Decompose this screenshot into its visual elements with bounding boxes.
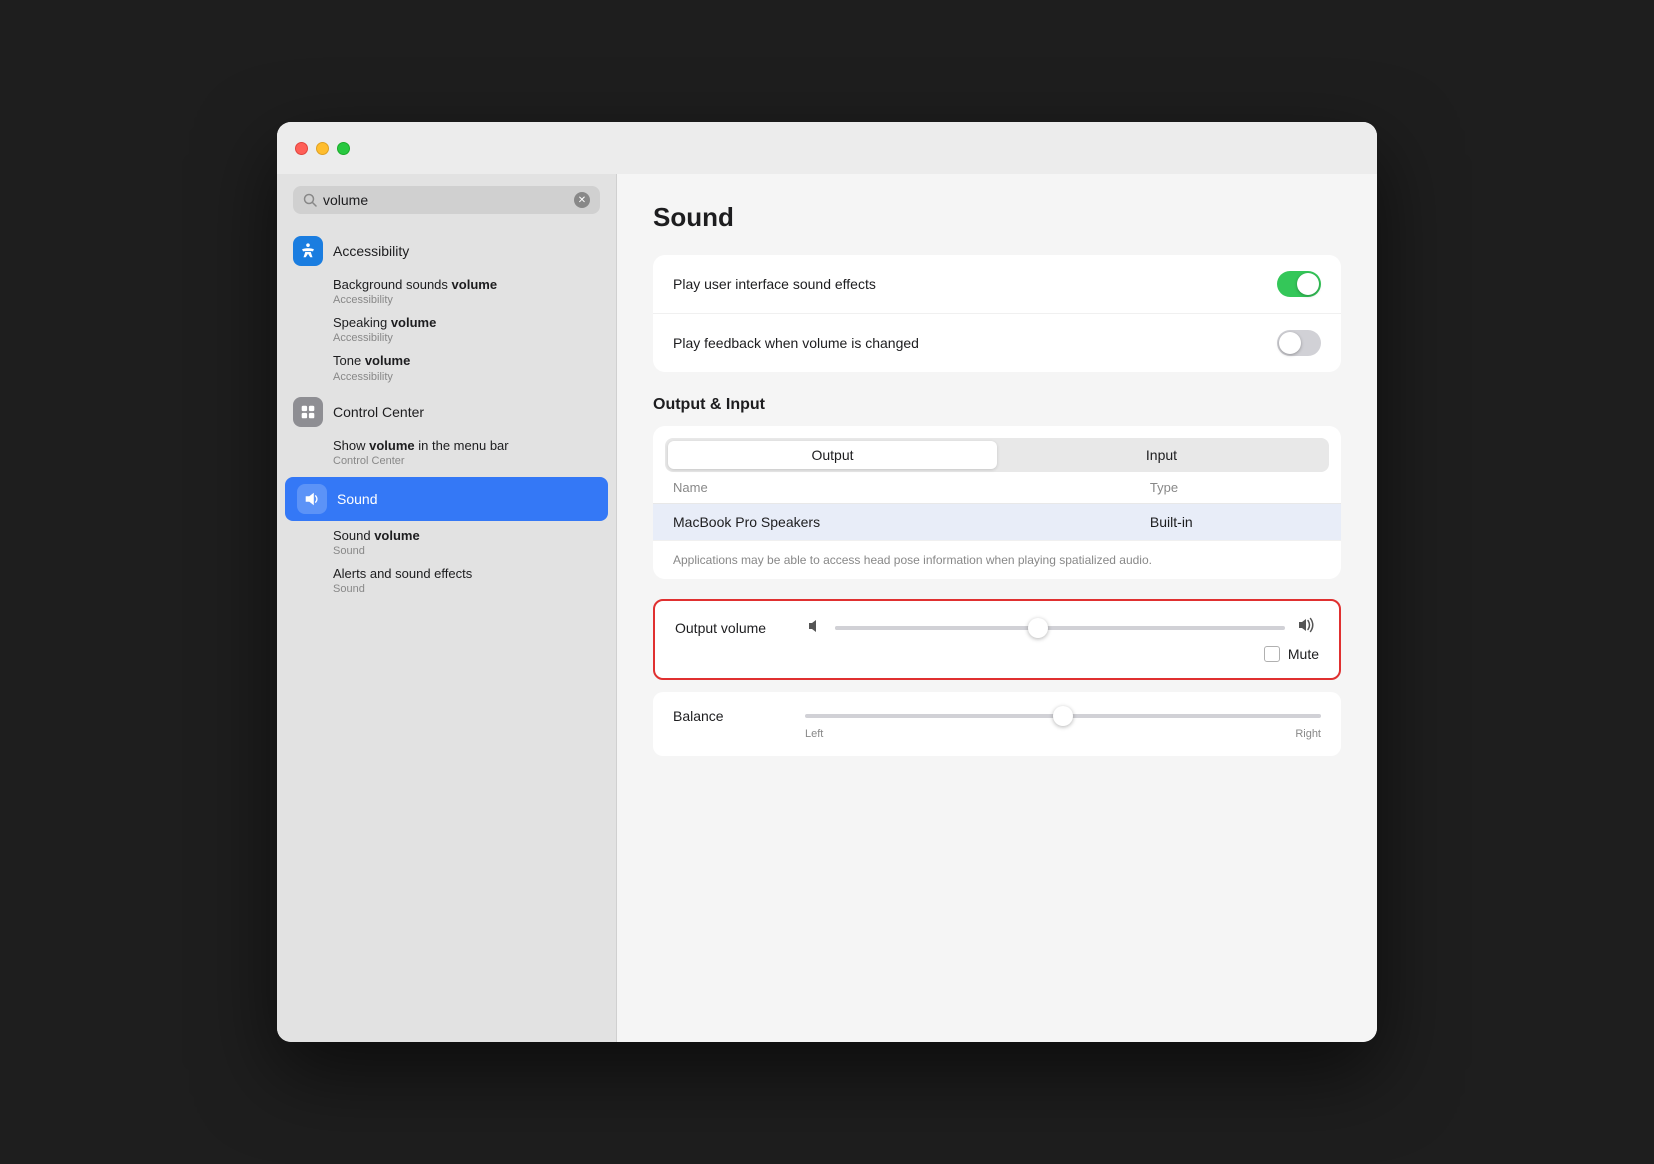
alerts-subtitle: Sound xyxy=(333,583,590,595)
play-feedback-row: Play feedback when volume is changed xyxy=(653,314,1341,372)
sound-effects-card: Play user interface sound effects Play f… xyxy=(653,255,1341,372)
play-ui-sounds-toggle[interactable] xyxy=(1277,271,1321,297)
page-title: Sound xyxy=(653,202,1341,233)
volume-slider-fill xyxy=(835,626,1038,630)
volume-low-icon xyxy=(807,618,823,637)
mute-checkbox[interactable] xyxy=(1264,646,1280,662)
volume-slider-thumb[interactable] xyxy=(1028,618,1048,638)
bg-sounds-title: Background sounds volume xyxy=(333,276,590,294)
output-input-card: Output Input Name Type MacBook Pro xyxy=(653,426,1341,579)
play-ui-sounds-label: Play user interface sound effects xyxy=(673,276,876,292)
sidebar-item-sound-active[interactable]: Sound xyxy=(285,477,608,521)
play-ui-sounds-row: Play user interface sound effects xyxy=(653,255,1341,314)
control-center-icon xyxy=(293,397,323,427)
table-row[interactable]: MacBook Pro Speakers Built-in xyxy=(653,504,1341,541)
balance-section: Balance Left Right xyxy=(653,692,1341,756)
maximize-button[interactable] xyxy=(337,142,350,155)
balance-right-label: Right xyxy=(1295,728,1321,740)
show-volume-subtitle: Control Center xyxy=(333,455,590,467)
show-volume-title: Show volume in the menu bar xyxy=(333,437,590,455)
output-table: Name Type MacBook Pro Speakers Built-in xyxy=(653,472,1341,540)
search-icon xyxy=(303,193,317,207)
mute-label: Mute xyxy=(1288,646,1319,662)
col-name-header: Name xyxy=(653,472,1130,504)
close-button[interactable] xyxy=(295,142,308,155)
output-volume-section: Output volume xyxy=(653,599,1341,680)
sound-label: Sound xyxy=(337,491,377,507)
titlebar xyxy=(277,122,1377,174)
device-name-cell: MacBook Pro Speakers xyxy=(653,504,1130,541)
play-feedback-toggle[interactable] xyxy=(1277,330,1321,356)
sidebar-item-speaking-volume[interactable]: Speaking volume Accessibility xyxy=(333,310,606,348)
sidebar-item-show-volume[interactable]: Show volume in the menu bar Control Cent… xyxy=(333,433,606,471)
accessibility-icon xyxy=(293,236,323,266)
alerts-title: Alerts and sound effects xyxy=(333,565,590,583)
minimize-button[interactable] xyxy=(316,142,329,155)
sound-children: Sound volume Sound Alerts and sound effe… xyxy=(277,523,616,599)
speaking-volume-subtitle: Accessibility xyxy=(333,332,590,344)
speaking-volume-title: Speaking volume xyxy=(333,314,590,332)
sidebar-item-accessibility[interactable]: Accessibility xyxy=(277,230,616,272)
tab-bar: Output Input xyxy=(665,438,1329,472)
sidebar-item-tone-volume[interactable]: Tone volume Accessibility xyxy=(333,348,606,386)
sidebar-item-bg-sounds[interactable]: Background sounds volume Accessibility xyxy=(333,272,606,310)
sidebar-item-sound-volume[interactable]: Sound volume Sound xyxy=(333,523,606,561)
sidebar-item-alerts[interactable]: Alerts and sound effects Sound xyxy=(333,561,606,599)
sidebar-item-control-center[interactable]: Control Center xyxy=(277,391,616,433)
balance-row: Balance xyxy=(673,708,1321,724)
volume-row: Output volume xyxy=(675,617,1319,638)
output-volume-label: Output volume xyxy=(675,620,795,636)
sidebar-section-accessibility: Accessibility Background sounds volume A… xyxy=(277,230,616,387)
main-content: Sound Play user interface sound effects … xyxy=(617,174,1377,1042)
device-type-cell: Built-in xyxy=(1130,504,1341,541)
window: ✕ Accessibility Backgroun xyxy=(277,122,1377,1042)
accessibility-label: Accessibility xyxy=(333,243,409,259)
sound-volume-title: Sound volume xyxy=(333,527,590,545)
sound-icon xyxy=(297,484,327,514)
balance-slider-thumb[interactable] xyxy=(1053,706,1073,726)
tone-volume-subtitle: Accessibility xyxy=(333,371,590,383)
search-bar[interactable]: ✕ xyxy=(293,186,600,214)
balance-slider-track[interactable] xyxy=(805,714,1321,718)
sidebar-section-sound: Sound Sound volume Sound Alerts and soun… xyxy=(277,475,616,599)
col-type-header: Type xyxy=(1130,472,1341,504)
balance-label: Balance xyxy=(673,708,793,724)
play-feedback-label: Play feedback when volume is changed xyxy=(673,335,919,351)
sidebar: ✕ Accessibility Backgroun xyxy=(277,174,617,1042)
sound-volume-subtitle: Sound xyxy=(333,545,590,557)
content-area: ✕ Accessibility Backgroun xyxy=(277,174,1377,1042)
accessibility-children: Background sounds volume Accessibility S… xyxy=(277,272,616,387)
play-feedback-knob xyxy=(1279,332,1301,354)
balance-labels: Left Right xyxy=(673,728,1321,740)
control-center-children: Show volume in the menu bar Control Cent… xyxy=(277,433,616,471)
disclaimer-text: Applications may be able to access head … xyxy=(653,540,1341,579)
sidebar-section-control-center: Control Center Show volume in the menu b… xyxy=(277,391,616,471)
tab-bar-container: Output Input xyxy=(653,426,1341,472)
balance-left-label: Left xyxy=(805,728,823,740)
tab-output[interactable]: Output xyxy=(668,441,997,469)
control-center-label: Control Center xyxy=(333,404,424,420)
search-clear-button[interactable]: ✕ xyxy=(574,192,590,208)
play-ui-sounds-knob xyxy=(1297,273,1319,295)
volume-slider-track[interactable] xyxy=(835,626,1285,630)
bg-sounds-subtitle: Accessibility xyxy=(333,294,590,306)
tone-volume-title: Tone volume xyxy=(333,352,590,370)
search-input[interactable] xyxy=(323,192,568,208)
volume-high-icon xyxy=(1297,617,1319,638)
output-input-header: Output & Input xyxy=(653,396,1341,414)
tab-input[interactable]: Input xyxy=(997,441,1326,469)
mute-row: Mute xyxy=(675,646,1319,662)
